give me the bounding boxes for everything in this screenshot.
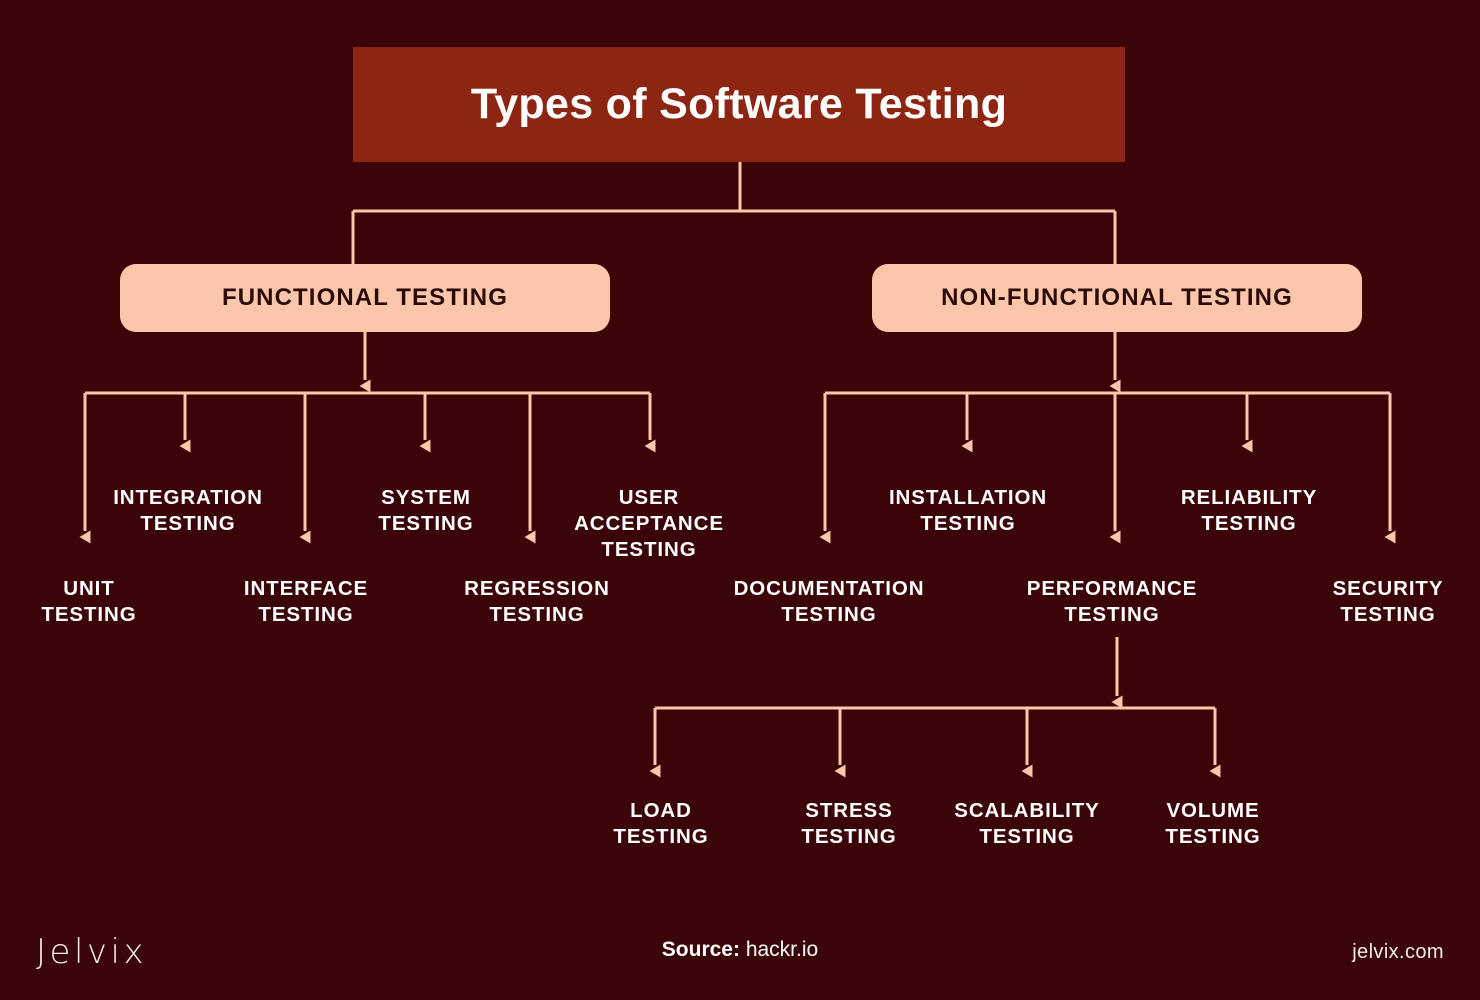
leaf-regression-testing: REGRESSION TESTING [464,577,610,626]
node-non-functional-testing[interactable]: NON-FUNCTIONAL TESTING [872,264,1362,332]
leaf-unit-testing: UNIT TESTING [41,577,137,626]
leaf-volume-testing: VOLUME TESTING [1165,799,1261,848]
source-credit: Source: hackr.io [662,938,818,962]
leaf-reliability-testing: RELIABILITY TESTING [1180,486,1318,535]
leaf-performance-testing: PERFORMANCE TESTING [1026,577,1198,626]
source-label: Source: [661,938,740,961]
diagram-title-box: Types of Software Testing [353,47,1125,162]
leaf-scalability-testing: SCALABILITY TESTING [954,799,1100,848]
leaf-user-acceptance-testing: USER ACCEPTANCE TESTING [574,486,724,561]
leaf-interface-testing: INTERFACE TESTING [243,577,369,626]
site-url: jelvix.com [1352,941,1444,963]
node-functional-testing-label: FUNCTIONAL TESTING [221,284,508,311]
node-non-functional-testing-label: NON-FUNCTIONAL TESTING [941,284,1293,311]
source-value: hackr.io [745,938,819,961]
jelvix-logo: Jelvix [36,932,148,972]
leaf-system-testing: SYSTEM TESTING [378,486,474,535]
leaf-stress-testing: STRESS TESTING [801,799,897,848]
page-title: Types of Software Testing [470,80,1008,128]
leaf-security-testing: SECURITY TESTING [1332,577,1444,626]
diagram-canvas: Types of Software Testing FUNCTIONAL TES… [0,0,1480,1000]
leaf-load-testing: LOAD TESTING [613,799,709,848]
leaf-integration-testing: INTEGRATION TESTING [113,486,263,535]
node-functional-testing[interactable]: FUNCTIONAL TESTING [120,264,610,332]
leaf-installation-testing: INSTALLATION TESTING [888,486,1048,535]
leaf-documentation-testing: DOCUMENTATION TESTING [733,577,925,626]
